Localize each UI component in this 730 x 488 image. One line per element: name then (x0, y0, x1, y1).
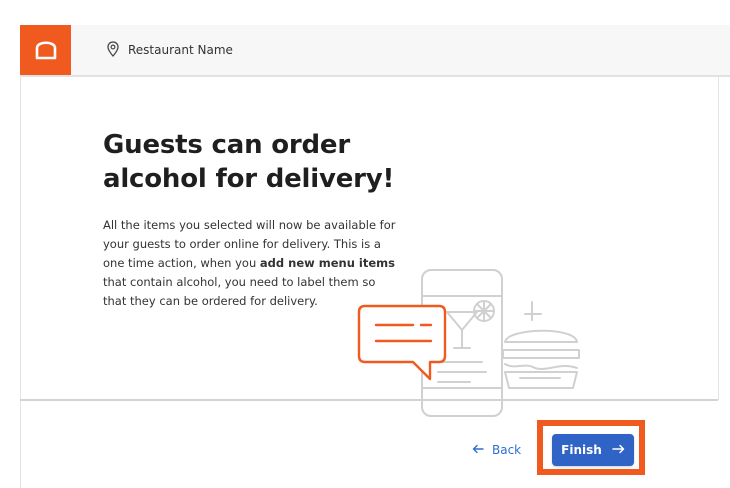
back-button[interactable]: Back (472, 437, 521, 463)
finish-button[interactable]: Finish (552, 434, 634, 466)
title-line-2: alcohol for delivery! (103, 164, 395, 194)
arrow-right-icon (612, 443, 625, 457)
location-pin-icon (107, 40, 119, 60)
finish-label: Finish (561, 443, 602, 457)
arrow-left-icon (472, 443, 484, 457)
restaurant-location[interactable]: Restaurant Name (107, 25, 233, 75)
top-bar: Restaurant Name (20, 25, 730, 77)
footer-divider (20, 399, 718, 401)
footer-edge (20, 401, 21, 488)
title-line-1: Guests can order (103, 130, 350, 160)
delivery-illustration (357, 269, 580, 417)
description-part-2: that contain alcohol, you need to label … (103, 275, 376, 308)
toast-logo-icon[interactable] (20, 25, 71, 75)
page-title: Guests can order alcohol for delivery! (103, 128, 403, 196)
restaurant-name: Restaurant Name (128, 43, 233, 57)
back-label: Back (492, 443, 522, 457)
